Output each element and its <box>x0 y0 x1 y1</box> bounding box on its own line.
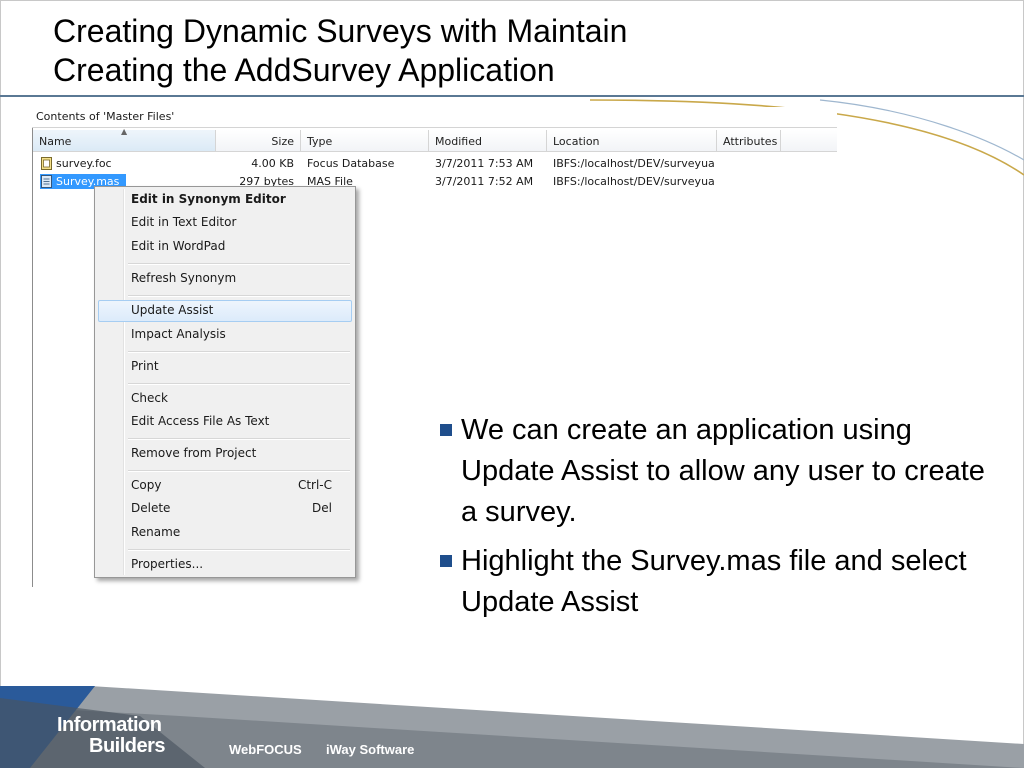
menu-separator <box>128 263 350 265</box>
bullet-list: We can create an application using Updat… <box>437 410 1007 631</box>
column-header-size[interactable]: Size <box>216 130 301 152</box>
menu-item-delete[interactable]: Delete Del <box>98 498 352 520</box>
menu-item-edit-in-text-editor[interactable]: Edit in Text Editor <box>98 212 352 234</box>
column-header-attributes[interactable]: Attributes <box>717 130 781 152</box>
column-header-modified[interactable]: Modified <box>429 130 547 152</box>
bullet-square-icon <box>440 424 452 436</box>
menu-item-print[interactable]: Print <box>98 356 352 378</box>
file-modified: 3/7/2011 7:53 AM <box>435 157 534 170</box>
column-header-location[interactable]: Location <box>547 130 717 152</box>
menu-item-edit-access-file-as-text[interactable]: Edit Access File As Text <box>98 411 352 433</box>
menu-item-label: Impact Analysis <box>131 327 226 341</box>
menu-item-rename[interactable]: Rename <box>98 522 352 544</box>
menu-item-edit-in-wordpad[interactable]: Edit in WordPad <box>98 236 352 258</box>
bullet-item: Highlight the Survey.mas file and select… <box>437 541 1007 623</box>
footer-product-iway: iWay Software <box>326 742 415 757</box>
information-builders-logo: Information <box>57 714 162 736</box>
menu-separator <box>128 295 350 297</box>
menu-item-check[interactable]: Check <box>98 388 352 410</box>
sort-ascending-icon: ▲ <box>121 127 128 136</box>
explorer-caption: Contents of 'Master Files' <box>32 107 837 128</box>
menu-separator <box>128 351 350 353</box>
bullet-square-icon <box>440 555 452 567</box>
file-modified: 3/7/2011 7:52 AM <box>435 175 534 188</box>
menu-item-label: Edit in Text Editor <box>131 215 237 229</box>
menu-item-label: Update Assist <box>131 303 214 317</box>
title-line-2: Creating the AddSurvey Application <box>53 52 555 88</box>
column-header-filler <box>781 130 837 152</box>
information-builders-logo-line2: Builders <box>89 735 166 757</box>
bullet-text: Highlight the Survey.mas file and select… <box>461 545 967 618</box>
column-header-label: Location <box>553 135 600 148</box>
menu-item-properties[interactable]: Properties... <box>98 554 352 576</box>
column-header-label: Name <box>39 135 72 148</box>
menu-item-remove-from-project[interactable]: Remove from Project <box>98 443 352 465</box>
menu-item-label: Edit Access File As Text <box>131 414 270 428</box>
menu-item-label: Rename <box>131 525 181 539</box>
column-header-type[interactable]: Type <box>301 130 429 152</box>
column-header-label: Modified <box>435 135 482 148</box>
focus-database-icon <box>41 157 52 170</box>
column-header-label: Attributes <box>723 135 778 148</box>
menu-item-copy[interactable]: Copy Ctrl-C <box>98 475 352 497</box>
menu-separator <box>128 438 350 440</box>
master-file-icon <box>41 175 52 188</box>
menu-item-label: Remove from Project <box>131 446 257 460</box>
slide-title: Creating Dynamic Surveys with Maintain C… <box>53 12 627 90</box>
menu-item-label: Edit in Synonym Editor <box>131 192 286 206</box>
menu-separator <box>128 549 350 551</box>
title-divider <box>0 95 1024 97</box>
menu-item-update-assist[interactable]: Update Assist <box>98 300 352 322</box>
file-size: 4.00 KB <box>251 157 294 170</box>
bullet-item: We can create an application using Updat… <box>437 410 1007 533</box>
menu-item-label: Edit in WordPad <box>131 239 226 253</box>
explorer-border <box>32 128 33 587</box>
column-header-label: Type <box>307 135 333 148</box>
footer-product-webfocus: WebFOCUS <box>229 742 302 757</box>
column-header-name[interactable]: Name ▲ <box>33 127 216 152</box>
menu-item-label: Copy <box>131 478 162 492</box>
menu-item-label: Check <box>131 391 168 405</box>
menu-item-edit-in-synonym-editor[interactable]: Edit in Synonym Editor <box>98 189 352 211</box>
menu-item-shortcut: Ctrl-C <box>297 478 332 492</box>
menu-item-label: Delete <box>131 501 171 515</box>
file-location: IBFS:/localhost/DEV/surveyua <box>553 157 715 170</box>
menu-item-refresh-synonym[interactable]: Refresh Synonym <box>98 268 352 290</box>
menu-item-impact-analysis[interactable]: Impact Analysis <box>98 324 352 346</box>
context-menu: Edit in Synonym Editor Edit in Text Edit… <box>94 186 356 578</box>
bullet-text: We can create an application using Updat… <box>461 414 985 528</box>
menu-item-label: Print <box>131 359 159 373</box>
menu-separator <box>128 470 350 472</box>
file-name: survey.foc <box>56 157 112 170</box>
menu-separator <box>128 383 350 385</box>
title-line-1: Creating Dynamic Surveys with Maintain <box>53 13 628 49</box>
file-type: Focus Database <box>307 157 395 170</box>
menu-item-shortcut: Del <box>312 501 332 515</box>
menu-item-label: Refresh Synonym <box>131 271 237 285</box>
menu-item-label: Properties... <box>131 557 204 571</box>
file-location: IBFS:/localhost/DEV/surveyua <box>553 175 715 188</box>
column-header-label: Size <box>271 135 294 148</box>
